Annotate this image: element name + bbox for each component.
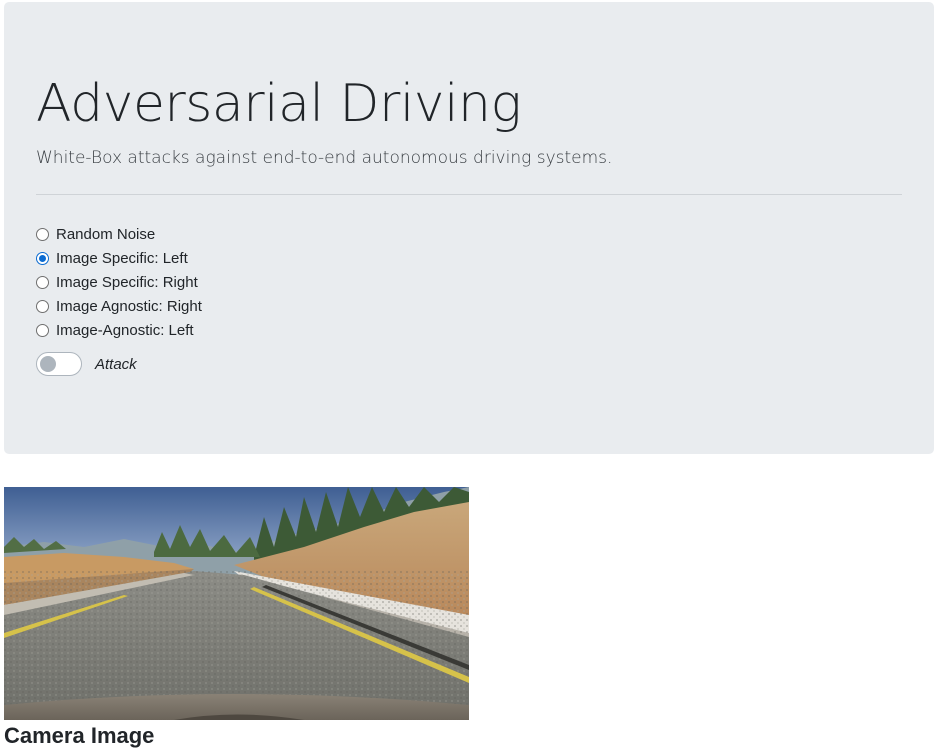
attack-switch-row: Attack	[36, 350, 137, 378]
attack-toggle-switch[interactable]	[36, 352, 82, 376]
camera-image-caption: Camera Image	[4, 723, 155, 748]
header-panel: Adversarial Driving White-Box attacks ag…	[4, 2, 934, 454]
radio-label: Image Specific: Left	[56, 249, 188, 267]
radio-label: Image Specific: Right	[56, 273, 198, 291]
radio-option-image-agnostic-right[interactable]: Image Agnostic: Right	[36, 294, 202, 318]
radio-option-image-specific-right[interactable]: Image Specific: Right	[36, 270, 202, 294]
attack-switch-label: Attack	[95, 355, 137, 373]
camera-image	[4, 487, 469, 720]
radio-option-random-noise[interactable]: Random Noise	[36, 222, 202, 246]
switch-knob	[40, 356, 56, 372]
page-subtitle: White-Box attacks against end-to-end aut…	[36, 148, 613, 168]
radio-button[interactable]	[36, 323, 49, 337]
radio-button[interactable]	[36, 299, 49, 313]
page-title: Adversarial Driving	[36, 74, 522, 134]
radio-option-image-specific-left[interactable]: Image Specific: Left	[36, 246, 202, 270]
radio-label: Image Agnostic: Right	[56, 297, 202, 315]
radio-label: Image-Agnostic: Left	[56, 321, 194, 339]
radio-button[interactable]	[36, 251, 49, 265]
radio-option-image-agnostic-left[interactable]: Image-Agnostic: Left	[36, 318, 202, 342]
attack-type-radio-group: Random Noise Image Specific: Left Image …	[36, 222, 202, 342]
radio-button[interactable]	[36, 275, 49, 289]
divider	[36, 194, 902, 195]
radio-label: Random Noise	[56, 225, 156, 243]
radio-button[interactable]	[36, 227, 49, 241]
